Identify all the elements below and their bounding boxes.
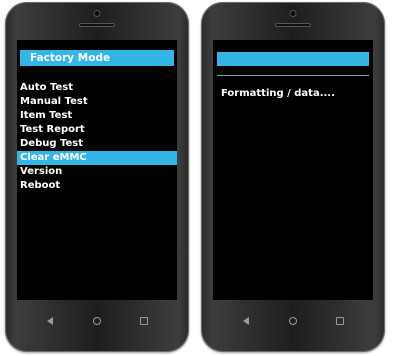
earpiece-speaker — [275, 23, 311, 27]
menu-item-clear-emmc[interactable]: Clear eMMC — [17, 151, 177, 165]
factory-mode-menu: Auto Test Manual Test Item Test Test Rep… — [17, 81, 177, 193]
right-phone: Formatting / data.... — [201, 2, 385, 352]
menu-item-debug-test[interactable]: Debug Test — [17, 137, 177, 151]
left-screen: Factory Mode Auto Test Manual Test Item … — [17, 40, 177, 300]
menu-item-manual-test[interactable]: Manual Test — [17, 95, 177, 109]
formatting-status: Formatting / data.... — [221, 88, 335, 99]
left-navbar — [5, 308, 189, 334]
back-icon[interactable] — [241, 316, 251, 326]
menu-item-auto-test[interactable]: Auto Test — [17, 81, 177, 95]
recent-apps-icon[interactable] — [139, 316, 149, 326]
menu-item-test-report[interactable]: Test Report — [17, 123, 177, 137]
right-navbar — [201, 308, 385, 334]
back-icon[interactable] — [45, 316, 55, 326]
header-bar — [217, 52, 369, 66]
front-camera — [94, 11, 100, 16]
earpiece-speaker — [79, 23, 115, 27]
home-icon[interactable] — [92, 316, 102, 326]
menu-item-version[interactable]: Version — [17, 165, 177, 179]
home-icon[interactable] — [288, 316, 298, 326]
factory-mode-title: Factory Mode — [20, 50, 174, 66]
left-phone: Factory Mode Auto Test Manual Test Item … — [5, 2, 189, 352]
right-screen: Formatting / data.... — [213, 40, 373, 300]
menu-item-reboot[interactable]: Reboot — [17, 179, 177, 193]
header-divider — [217, 75, 369, 76]
front-camera — [290, 11, 296, 16]
menu-item-item-test[interactable]: Item Test — [17, 109, 177, 123]
recent-apps-icon[interactable] — [335, 316, 345, 326]
